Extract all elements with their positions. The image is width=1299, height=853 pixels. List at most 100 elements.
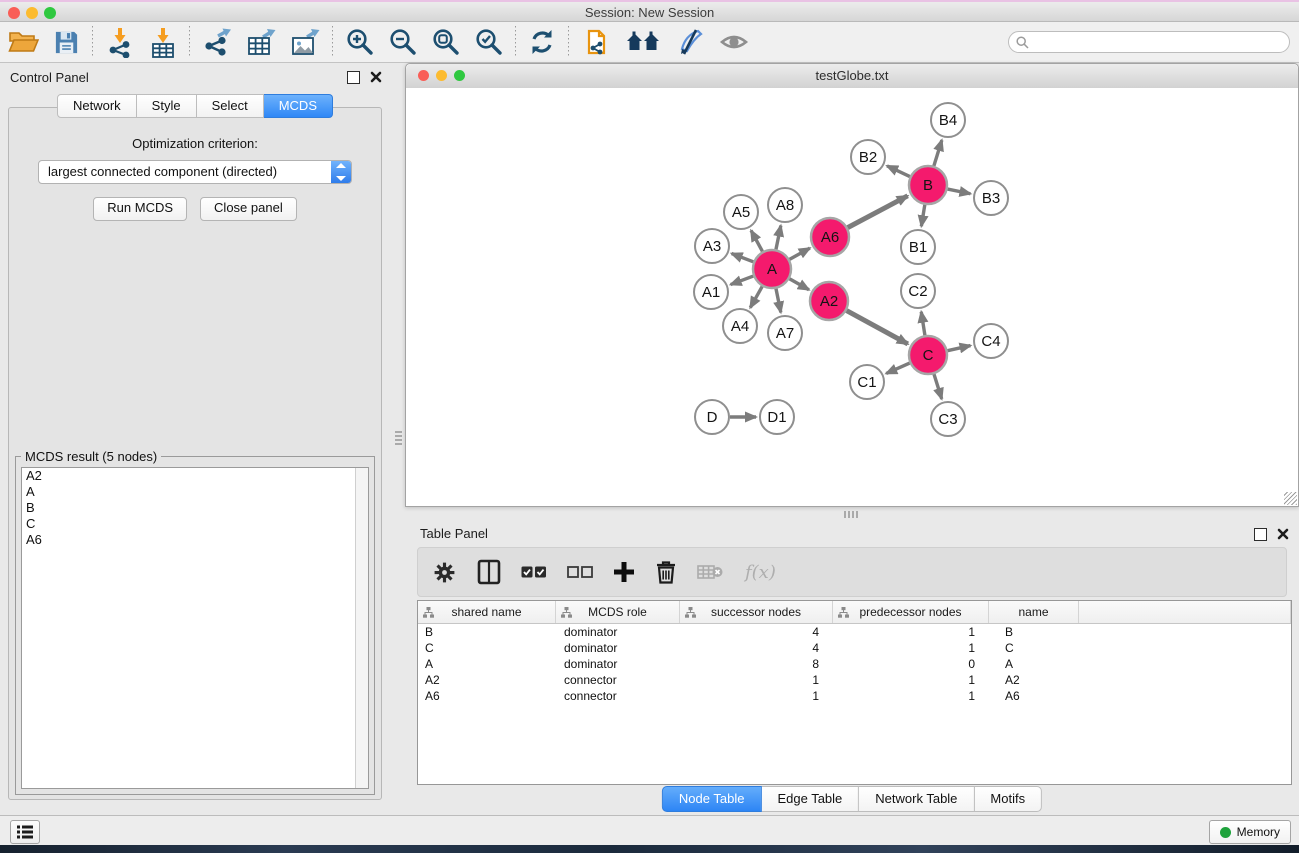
tab-node-table[interactable]: Node Table [662,786,762,812]
add-column-icon[interactable] [613,561,635,583]
main-region: Control Panel Network Style Select MCDS … [0,63,1299,815]
column-header-predecessor-nodes[interactable]: predecessor nodes [833,601,989,623]
close-panel-icon[interactable] [1277,527,1289,545]
mcds-result-item[interactable]: A [22,484,368,500]
graph-node-A4[interactable]: A4 [723,309,757,343]
scrollbar-track[interactable] [355,468,368,788]
memory-button[interactable]: Memory [1209,820,1291,844]
graph-node-B1[interactable]: B1 [901,230,935,264]
table-panel-title: Table Panel [420,526,488,541]
graph-node-D[interactable]: D [695,400,729,434]
network-window-titlebar[interactable]: testGlobe.txt [406,64,1298,89]
criterion-dropdown[interactable]: largest connected component (directed) [38,160,352,184]
delete-column-icon[interactable] [655,560,677,585]
table-row[interactable]: Bdominator41B [418,624,1291,640]
zoom-selected-icon[interactable] [467,25,510,59]
zoom-in-icon[interactable] [338,25,381,59]
svg-text:A7: A7 [776,325,794,342]
import-table-icon[interactable] [142,25,184,59]
table-settings-icon[interactable] [432,560,457,585]
column-header-successor-nodes[interactable]: successor nodes [680,601,833,623]
mcds-result-item[interactable]: A2 [22,468,368,484]
graph-node-C2[interactable]: C2 [901,274,935,308]
import-network-icon[interactable] [98,25,142,59]
graph-node-A6[interactable]: A6 [811,218,849,256]
tab-edge-table[interactable]: Edge Table [761,786,859,812]
table-cell [1079,656,1291,672]
tab-network[interactable]: Network [57,94,137,118]
table-toolbar: f(x) [417,547,1287,597]
mcds-result-list[interactable]: A2ABCA6 [21,467,369,789]
mcds-panel: Optimization criterion: largest connecte… [8,107,382,800]
main-toolbar [0,22,1299,63]
table-row[interactable]: A2connector11A2 [418,672,1291,688]
graph-node-A3[interactable]: A3 [695,229,729,263]
home-icon[interactable] [618,25,668,59]
float-panel-icon[interactable] [347,71,360,84]
graph-node-C[interactable]: C [909,336,947,374]
graph-node-C3[interactable]: C3 [931,402,965,436]
graph-node-B2[interactable]: B2 [851,140,885,174]
zoom-out-icon[interactable] [381,25,424,59]
table-cell: connector [556,672,680,688]
graph-node-A7[interactable]: A7 [768,316,802,350]
table-cell: dominator [556,624,680,640]
float-panel-icon[interactable] [1254,528,1267,541]
graph-node-A2[interactable]: A2 [810,282,848,320]
graph-node-A1[interactable]: A1 [694,275,728,309]
sort-icon [685,607,696,618]
close-panel-icon[interactable] [370,70,382,88]
graph-edge-C-C1 [886,363,910,373]
run-mcds-button[interactable]: Run MCDS [93,197,187,221]
column-header-name[interactable]: name [989,601,1079,623]
table-row[interactable]: Adominator80A [418,656,1291,672]
graph-node-B[interactable]: B [909,166,947,204]
graph-node-A8[interactable]: A8 [768,188,802,222]
search-input[interactable] [1008,31,1290,53]
task-history-button[interactable] [10,820,40,844]
table-cell: A2 [418,672,556,688]
tab-network-table[interactable]: Network Table [859,786,974,812]
network-canvas[interactable]: A A1 A2 A3 A4 A5 A6 A7 A8 B B1 B2 B3 B4 C C1 C2 C3 C4 D D1 [406,88,1298,506]
graph-node-A5[interactable]: A5 [724,195,758,229]
panel-divider-handle[interactable] [395,431,402,447]
export-image-icon[interactable] [283,25,327,59]
column-header-shared-name[interactable]: shared name [418,601,556,623]
mcds-result-item[interactable]: B [22,500,368,516]
open-session-icon[interactable] [0,25,46,59]
function-builder-icon[interactable]: f(x) [745,562,776,583]
deselect-all-columns-icon[interactable] [567,565,593,579]
panel-divider-handle[interactable] [844,511,860,518]
tab-mcds[interactable]: MCDS [264,94,333,118]
network-overview-icon[interactable] [574,25,618,59]
table-cell: A2 [989,672,1079,688]
table-cell: 4 [680,624,833,640]
graph-node-C4[interactable]: C4 [974,324,1008,358]
graph-node-B4[interactable]: B4 [931,103,965,137]
export-network-icon[interactable] [195,25,239,59]
window-resize-handle[interactable] [1284,492,1297,505]
graph-node-A[interactable]: A [753,250,791,288]
tab-style[interactable]: Style [137,94,197,118]
graph-node-C1[interactable]: C1 [850,365,884,399]
mcds-result-item[interactable]: A6 [22,532,368,548]
tab-select[interactable]: Select [197,94,264,118]
tab-motifs[interactable]: Motifs [974,786,1042,812]
mcds-result-item[interactable]: C [22,516,368,532]
save-session-icon[interactable] [46,25,87,59]
close-panel-button[interactable]: Close panel [200,197,297,221]
show-columns-icon[interactable] [477,559,501,585]
column-header-mcds-role[interactable]: MCDS role [556,601,680,623]
show-hide-style-icon[interactable] [668,25,712,59]
delete-table-icon[interactable] [697,563,723,581]
refresh-network-icon[interactable] [521,25,563,59]
graph-node-B3[interactable]: B3 [974,181,1008,215]
export-table-icon[interactable] [239,25,283,59]
table-row[interactable]: Cdominator41C [418,640,1291,656]
svg-text:C: C [923,347,934,364]
eye-icon[interactable] [712,25,756,59]
select-all-columns-icon[interactable] [521,565,547,579]
zoom-fit-icon[interactable] [424,25,467,59]
graph-node-D1[interactable]: D1 [760,400,794,434]
table-row[interactable]: A6connector11A6 [418,688,1291,704]
